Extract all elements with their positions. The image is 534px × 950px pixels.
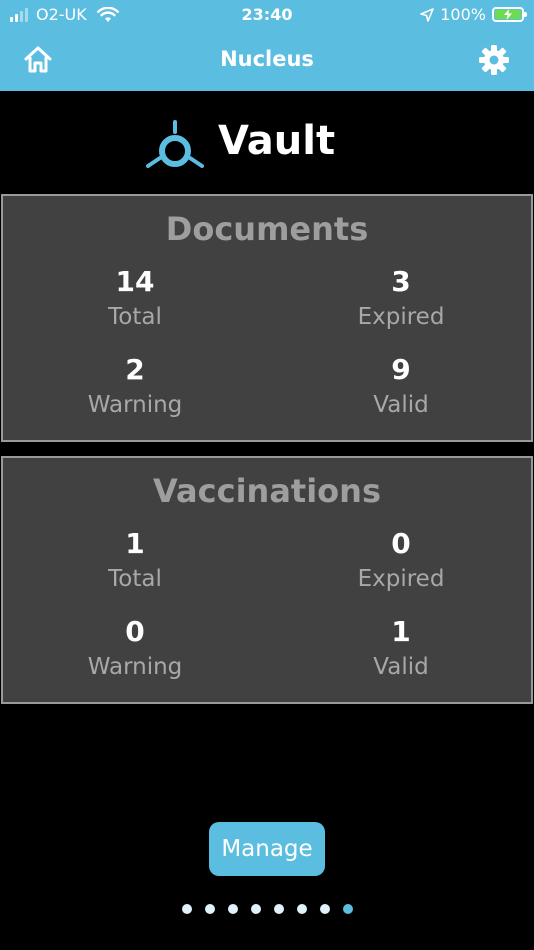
vaccinations-expired-label: Expired xyxy=(357,566,445,592)
status-right: 100% xyxy=(420,5,527,24)
page-dot[interactable] xyxy=(296,904,307,914)
header-bar: O2-UK 23:40 100% Nucleus xyxy=(0,0,534,91)
documents-valid-value: 9 xyxy=(391,353,411,386)
page-dot[interactable] xyxy=(204,904,215,914)
vaccinations-title: Vaccinations xyxy=(153,472,381,510)
app-title: Nucleus xyxy=(220,47,314,71)
vaccinations-warning-value: 0 xyxy=(125,615,145,648)
battery-icon xyxy=(492,7,527,22)
documents-total-value: 14 xyxy=(115,265,155,298)
documents-expired-stat: 3 Expired xyxy=(281,262,521,330)
charging-bolt-icon xyxy=(504,9,512,20)
documents-total-label: Total xyxy=(108,304,162,330)
documents-warning-stat: 2 Warning xyxy=(15,350,255,418)
vaccinations-valid-label: Valid xyxy=(373,654,429,680)
documents-expired-value: 3 xyxy=(391,265,411,298)
location-arrow-icon xyxy=(420,7,435,22)
vaccinations-valid-value: 1 xyxy=(391,615,411,648)
vault-title: Vault xyxy=(218,118,336,164)
documents-warning-value: 2 xyxy=(125,353,145,386)
documents-expired-label: Expired xyxy=(357,304,445,330)
documents-card[interactable]: Documents 14 Total 3 Expired 2 Warning 9… xyxy=(1,194,533,442)
documents-total-stat: 14 Total xyxy=(15,262,255,330)
page-dot[interactable] xyxy=(250,904,261,914)
page-indicator[interactable] xyxy=(0,904,534,914)
manage-button[interactable]: Manage xyxy=(209,822,325,876)
documents-valid-stat: 9 Valid xyxy=(281,350,521,418)
vaccinations-card[interactable]: Vaccinations 1 Total 0 Expired 0 Warning… xyxy=(1,456,533,704)
page-dot[interactable] xyxy=(273,904,284,914)
vaccinations-total-stat: 1 Total xyxy=(15,524,255,592)
documents-title: Documents xyxy=(165,210,369,248)
status-bar: O2-UK 23:40 100% xyxy=(0,0,534,30)
vaccinations-warning-stat: 0 Warning xyxy=(15,612,255,680)
vaccinations-warning-label: Warning xyxy=(87,654,183,680)
page-dot[interactable] xyxy=(342,904,353,914)
gear-icon[interactable] xyxy=(478,44,510,76)
vaccinations-total-label: Total xyxy=(108,566,162,592)
page-dot[interactable] xyxy=(227,904,238,914)
page-dot[interactable] xyxy=(319,904,330,914)
page-dot[interactable] xyxy=(181,904,192,914)
vaccinations-expired-value: 0 xyxy=(391,527,411,560)
manage-button-label: Manage xyxy=(221,836,313,862)
documents-warning-label: Warning xyxy=(87,392,183,418)
documents-valid-label: Valid xyxy=(373,392,429,418)
vaccinations-total-value: 1 xyxy=(125,527,145,560)
battery-percent: 100% xyxy=(440,5,486,24)
vault-logo-icon xyxy=(146,120,204,168)
vaccinations-expired-stat: 0 Expired xyxy=(281,524,521,592)
navigation-bar: Nucleus xyxy=(0,30,534,91)
vaccinations-valid-stat: 1 Valid xyxy=(281,612,521,680)
vault-header: Vault xyxy=(0,110,534,180)
